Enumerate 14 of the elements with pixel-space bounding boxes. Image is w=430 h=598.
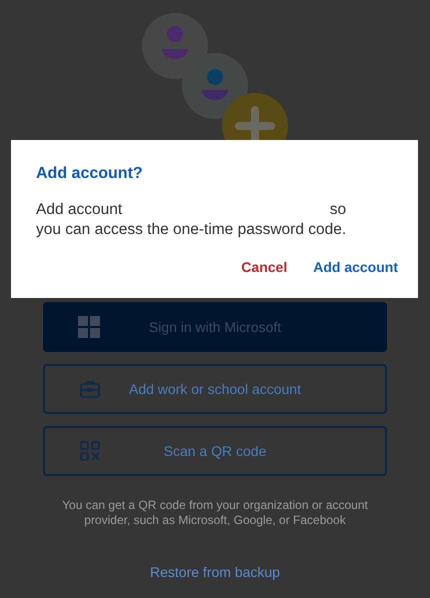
qr-hint-text: You can get a QR code from your organization or account provider, such as Microsoft, Google, or Facebook [61,498,369,528]
windows-logo-icon [78,316,100,338]
qr-code-icon [80,441,100,461]
account-option-button[interactable]: Scan a QR code [43,426,387,476]
sign-in-button[interactable]: Sign in with Microsoft [43,302,387,352]
add-account-button[interactable]: Add account [313,257,398,278]
dialog-message-text: so [330,200,346,220]
account-option-button[interactable]: Add work or school account [43,364,387,414]
cancel-button[interactable]: Cancel [241,257,288,278]
restore-link[interactable]: Restore from backup [150,562,280,583]
dialog-title: Add account? [36,164,144,184]
dialog-message-text: Add account [36,200,122,220]
dialog-message-text: you can access the one-time password code. [36,220,346,240]
briefcase-icon [80,379,100,399]
